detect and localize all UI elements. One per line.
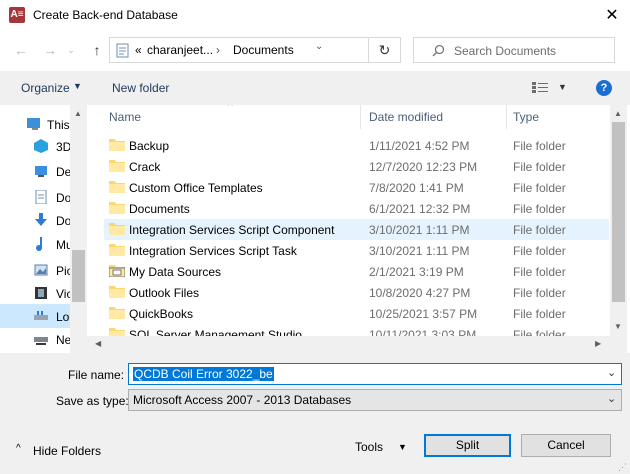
- folder-icon: [109, 139, 125, 151]
- file-row-integration-services-script-task[interactable]: Integration Services Script Task 3/10/20…: [104, 240, 609, 261]
- breadcrumb-separator[interactable]: ›: [216, 43, 220, 57]
- local-disk-icon: [34, 311, 48, 320]
- cancel-button[interactable]: Cancel: [521, 434, 611, 457]
- file-row-backup[interactable]: Backup 1/11/2021 4:52 PM File folder: [104, 135, 609, 156]
- view-options-icon[interactable]: [532, 82, 550, 94]
- organize-button[interactable]: Organize: [21, 81, 70, 95]
- resize-grip-icon[interactable]: ⋰: [618, 462, 628, 472]
- window-title: Create Back-end Database: [33, 8, 178, 22]
- scroll-right-icon[interactable]: ▶: [595, 339, 601, 348]
- folder-icon: [109, 160, 125, 172]
- save-as-type-dropdown-icon[interactable]: ⌄: [607, 392, 616, 405]
- file-row-my-data-sources[interactable]: My Data Sources 2/1/2021 3:19 PM File fo…: [104, 261, 609, 282]
- 3d-objects-icon: [34, 139, 48, 153]
- folder-icon: [109, 307, 125, 319]
- file-list-vertical-scrollbar[interactable]: ▲ ▼: [610, 105, 627, 337]
- pictures-icon: [34, 264, 48, 276]
- file-row-quickbooks[interactable]: QuickBooks 10/25/2021 3:57 PM File folde…: [104, 303, 609, 324]
- close-button[interactable]: ✕: [594, 0, 630, 31]
- scrollbar-thumb[interactable]: [72, 250, 85, 302]
- folder-icon: [109, 286, 125, 298]
- address-dropdown-chevron-icon[interactable]: ⌄: [315, 41, 323, 52]
- breadcrumb-user[interactable]: charanjeet...: [147, 43, 213, 57]
- file-row-documents[interactable]: Documents 6/1/2021 12:32 PM File folder: [104, 198, 609, 219]
- folder-icon: [109, 202, 125, 214]
- forward-arrow-icon[interactable]: →: [39, 39, 61, 61]
- up-arrow-icon[interactable]: ↑: [86, 39, 108, 61]
- scroll-up-icon[interactable]: ▲: [614, 109, 622, 118]
- refresh-button[interactable]: ↻: [369, 37, 401, 63]
- folder-icon: [109, 181, 125, 193]
- search-placeholder[interactable]: Search Documents: [454, 44, 556, 58]
- file-list: Name ^ Date modified Type Backup 1/11/20…: [97, 105, 610, 337]
- column-header-name[interactable]: Name: [109, 105, 141, 129]
- save-as-type-label: Save as type:: [56, 394, 129, 408]
- new-folder-button[interactable]: New folder: [112, 81, 169, 95]
- back-arrow-icon[interactable]: ←: [10, 39, 32, 61]
- file-row-custom-office-templates[interactable]: Custom Office Templates 7/8/2020 1:41 PM…: [104, 177, 609, 198]
- access-app-icon: A≡: [9, 7, 25, 23]
- column-divider[interactable]: [506, 105, 507, 129]
- documents-icon: [35, 190, 47, 204]
- column-header-date[interactable]: Date modified: [369, 105, 443, 129]
- file-row-crack[interactable]: Crack 12/7/2020 12:23 PM File folder: [104, 156, 609, 177]
- file-row-outlook-files[interactable]: Outlook Files 10/8/2020 4:27 PM File fol…: [104, 282, 609, 303]
- column-divider[interactable]: [360, 105, 361, 129]
- folder-icon: [109, 244, 125, 256]
- sort-ascending-icon: ^: [228, 105, 233, 112]
- tools-dropdown-icon[interactable]: ▼: [398, 442, 407, 452]
- file-name-value[interactable]: QCDB Coil Error 3022_be: [133, 367, 274, 381]
- file-name-dropdown-icon[interactable]: ⌄: [607, 366, 616, 379]
- folder-icon: [109, 223, 125, 235]
- command-toolbar: Organize ▼ New folder ▼ ?: [0, 71, 630, 105]
- breadcrumb-overflow[interactable]: «: [135, 43, 142, 57]
- column-header-type[interactable]: Type: [513, 105, 539, 129]
- search-box[interactable]: Search Documents: [413, 37, 615, 63]
- file-name-label: File name:: [68, 368, 125, 382]
- downloads-icon: [35, 213, 47, 226]
- view-dropdown-icon[interactable]: ▼: [558, 82, 567, 92]
- file-row-integration-services-script-component[interactable]: Integration Services Script Component 3/…: [104, 219, 609, 240]
- scroll-up-icon[interactable]: ▲: [74, 109, 82, 118]
- scroll-left-icon[interactable]: ◀: [95, 339, 101, 348]
- tools-button[interactable]: Tools: [355, 440, 383, 454]
- network-drive-icon: [34, 337, 48, 345]
- search-icon: [432, 44, 445, 57]
- scrollbar-thumb[interactable]: [612, 122, 625, 302]
- save-as-type-value: Microsoft Access 2007 - 2013 Databases: [133, 393, 352, 407]
- file-list-horizontal-scrollbar[interactable]: ◀ ▶: [87, 336, 627, 353]
- desktop-icon: [35, 166, 47, 177]
- hide-folders-button[interactable]: Hide Folders: [33, 444, 101, 458]
- title-bar: A≡ Create Back-end Database ✕: [0, 0, 630, 31]
- help-icon[interactable]: ?: [596, 80, 612, 96]
- file-name-field[interactable]: QCDB Coil Error 3022_be ⌄: [128, 363, 622, 385]
- save-as-type-select[interactable]: Microsoft Access 2007 - 2013 Databases ⌄: [128, 389, 622, 411]
- music-icon: [36, 237, 42, 251]
- videos-icon: [35, 287, 47, 299]
- scroll-down-icon[interactable]: ▼: [614, 322, 622, 331]
- hide-folders-chevron-icon[interactable]: ^: [16, 443, 21, 454]
- breadcrumb-documents[interactable]: Documents: [233, 43, 294, 57]
- address-bar[interactable]: « charanjeet... › Documents ⌄: [109, 37, 369, 63]
- pc-icon: [27, 118, 40, 130]
- data-sources-folder-icon: [109, 265, 125, 277]
- documents-location-icon: [116, 43, 129, 58]
- navigation-pane-scrollbar[interactable]: ▲: [70, 105, 87, 353]
- organize-dropdown-icon[interactable]: ▼: [73, 81, 82, 91]
- refresh-icon: ↻: [378, 42, 391, 58]
- split-button[interactable]: Split: [424, 434, 511, 457]
- recent-locations-chevron-icon[interactable]: ⌄: [64, 39, 78, 61]
